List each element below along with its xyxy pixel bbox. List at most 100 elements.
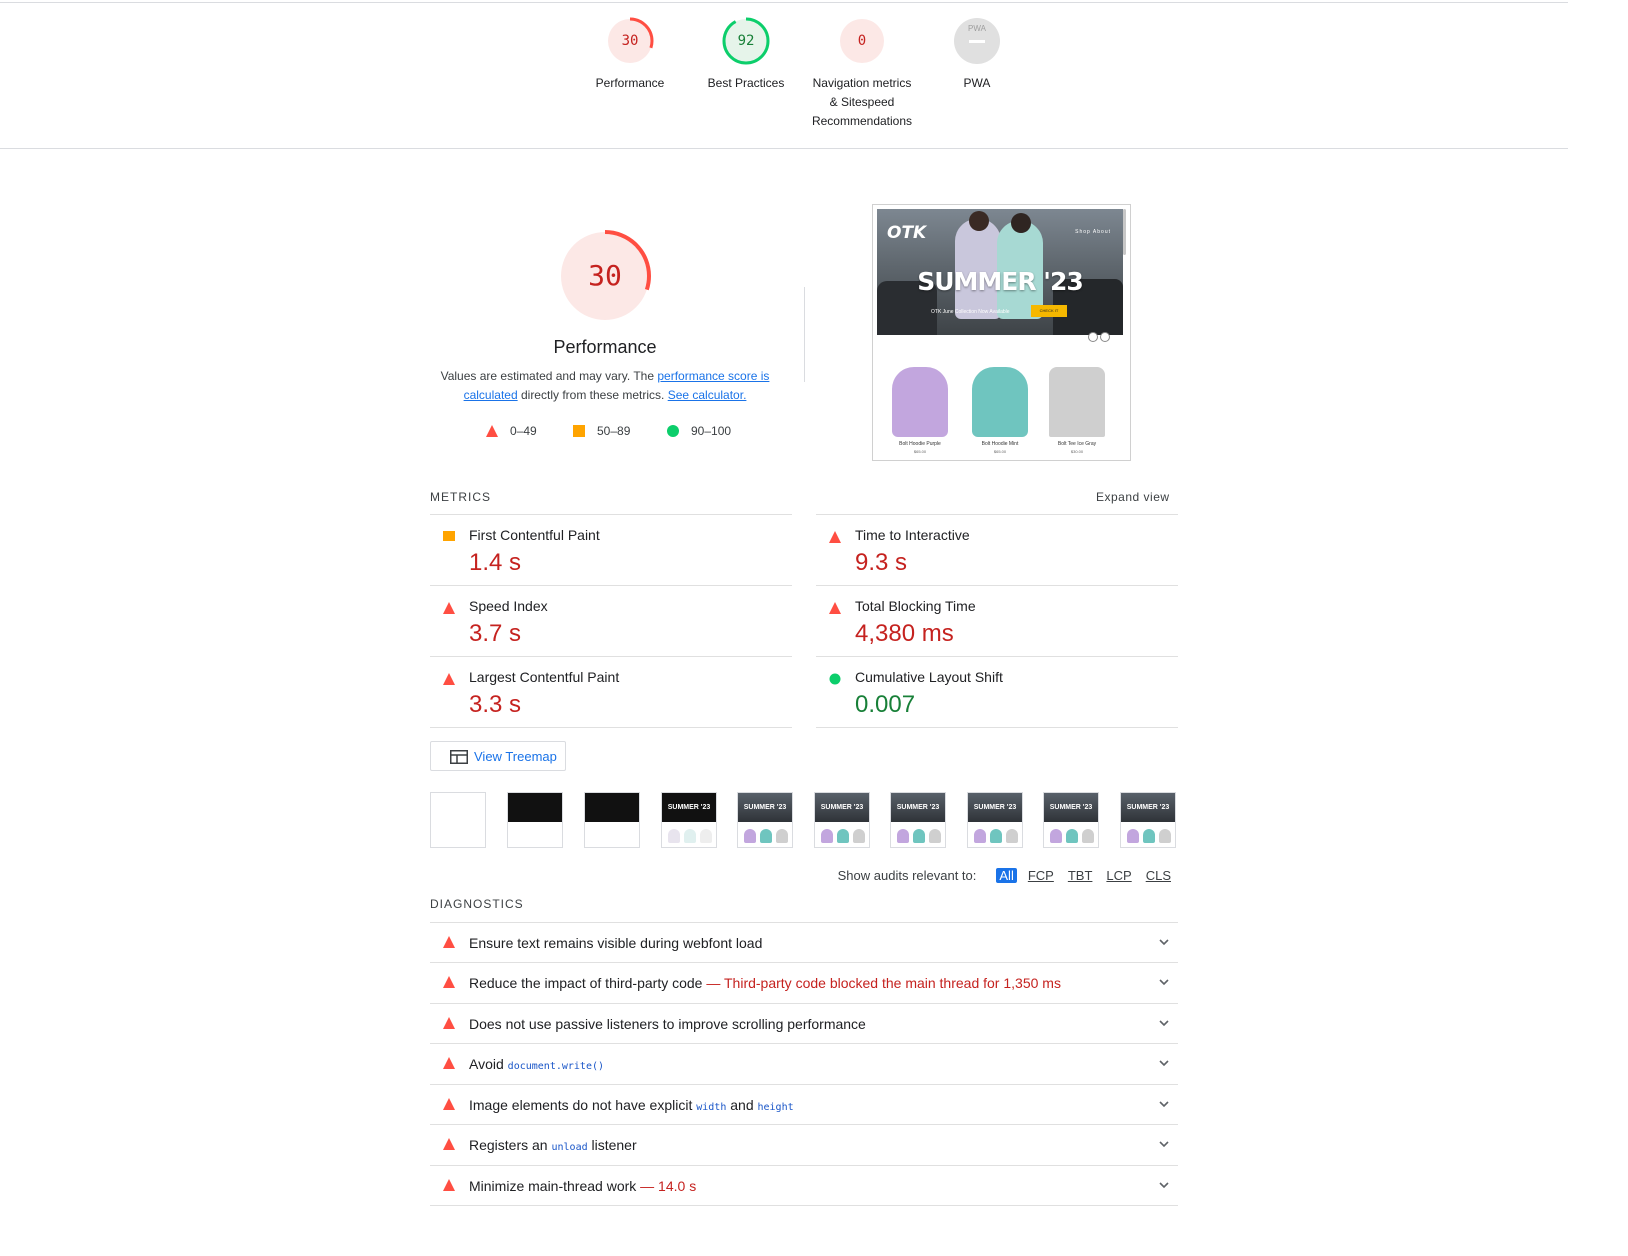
pwa-icon: PWA <box>953 17 1001 65</box>
dot <box>1088 332 1098 342</box>
filmstrip-frame: SUMMER '23 <box>967 792 1023 848</box>
audit-row[interactable]: Reduce the impact of third-party code — … <box>430 962 1178 1003</box>
chevron-down-icon[interactable] <box>1159 939 1169 946</box>
audit-row[interactable]: Ensure text remains visible during webfo… <box>430 922 1178 963</box>
audit-title: Minimize main-thread work — 14.0 s <box>469 1178 696 1194</box>
filter-chip-fcp[interactable]: FCP <box>1025 868 1057 883</box>
frame-product <box>1066 829 1078 843</box>
metric-fcp: First Contentful Paint 1.4 s <box>430 514 792 585</box>
audit-title: Registers an unload listener <box>469 1137 637 1153</box>
performance-gauge: 30 <box>558 229 654 325</box>
filter-chip-tbt[interactable]: TBT <box>1065 868 1096 883</box>
pwa-badge-text: PWA <box>968 24 986 33</box>
legend-fail: 0–49 <box>486 424 537 438</box>
frame-header <box>585 793 639 822</box>
audit-text: listener <box>587 1137 637 1153</box>
filmstrip-frame: SUMMER '23 <box>1120 792 1176 848</box>
metric-cls: Cumulative Layout Shift 0.007 <box>816 656 1178 727</box>
site-logo: OTK <box>887 223 927 243</box>
audit-text: and <box>726 1097 758 1113</box>
chevron-down-icon[interactable] <box>1159 1182 1169 1189</box>
gauge-score: 30 <box>621 33 639 49</box>
audit-row[interactable]: Avoid document.write() <box>430 1043 1178 1084</box>
chevron-down-icon[interactable] <box>1159 1141 1169 1148</box>
product-card: Bolt Tee Ice Gray $30.00 <box>1046 367 1108 454</box>
audit-row[interactable]: Registers an unload listener <box>430 1124 1178 1165</box>
person-head <box>969 211 989 231</box>
legend-pass: 90–100 <box>667 424 731 438</box>
gauge-pwa[interactable]: PWA PWA <box>907 17 1047 93</box>
legend-label: 0–49 <box>510 424 537 438</box>
frame-product <box>837 829 849 843</box>
view-treemap-label: View Treemap <box>474 749 557 764</box>
frame-header <box>508 793 562 822</box>
top-border <box>0 2 1568 3</box>
metric-name: Cumulative Layout Shift <box>855 669 1003 685</box>
frame-product <box>668 829 680 843</box>
audit-text: Avoid <box>469 1056 508 1072</box>
final-screenshot[interactable]: OTK Shop About SUMMER '23 OTK June Colle… <box>872 204 1131 461</box>
audit-title: Does not use passive listeners to improv… <box>469 1016 866 1032</box>
filter-chip-lcp[interactable]: LCP <box>1103 868 1134 883</box>
frame-title: SUMMER '23 <box>1126 804 1170 811</box>
metric-value: 0.007 <box>855 691 916 718</box>
metric-value: 3.3 s <box>469 691 522 718</box>
frame-title: SUMMER '23 <box>896 804 940 811</box>
filmstrip-frame: SUMMER '23 <box>737 792 793 848</box>
view-treemap-button[interactable]: View Treemap <box>430 741 566 771</box>
frame-product <box>776 829 788 843</box>
audit-display-value: — Third-party code blocked the main thre… <box>706 975 1061 991</box>
metrics-divider <box>816 727 1178 728</box>
audit-row[interactable]: Image elements do not have explicit widt… <box>430 1084 1178 1125</box>
chevron-down-icon[interactable] <box>1159 1020 1169 1027</box>
filter-chip-all[interactable]: All <box>996 868 1017 883</box>
desc-text: Values are estimated and may vary. The <box>440 369 658 383</box>
frame-product <box>974 829 986 843</box>
audit-title: Image elements do not have explicit widt… <box>469 1097 794 1113</box>
circle-icon <box>829 673 841 685</box>
frame-product <box>744 829 756 843</box>
legend-average: 50–89 <box>573 424 630 438</box>
frame-title: SUMMER '23 <box>973 804 1017 811</box>
audit-row[interactable]: Minimize main-thread work — 14.0 s <box>430 1165 1178 1206</box>
performance-score: 30 <box>588 259 622 292</box>
hoodie-image <box>972 367 1028 437</box>
filter-chip-cls[interactable]: CLS <box>1143 868 1174 883</box>
filmstrip-frame: SUMMER '23 <box>890 792 946 848</box>
frame-title: SUMMER '23 <box>743 804 787 811</box>
metric-value: 4,380 ms <box>855 620 954 647</box>
filter-label: Show audits relevant to: <box>837 868 977 883</box>
metric-value: 3.7 s <box>469 620 522 647</box>
gauge-ring: 30 <box>606 17 654 65</box>
audit-title: Ensure text remains visible during webfo… <box>469 935 762 951</box>
gauge-label: Navigation metrics & Sitespeed Recommend… <box>811 76 913 128</box>
audit-code: document.write() <box>507 1061 604 1072</box>
audit-display-value: — 14.0 s <box>640 1178 697 1194</box>
audit-text: Minimize main-thread work <box>469 1178 637 1194</box>
see-calculator-link[interactable]: See calculator. <box>668 388 747 402</box>
audit-row[interactable]: Does not use passive listeners to improv… <box>430 1003 1178 1044</box>
audit-code: height <box>757 1102 794 1113</box>
square-icon <box>443 531 455 541</box>
metric-tbt: Total Blocking Time 4,380 ms <box>816 585 1178 656</box>
audit-text: Does not use passive listeners to improv… <box>469 1016 866 1032</box>
chevron-down-icon[interactable] <box>1159 979 1169 986</box>
chevron-down-icon[interactable] <box>1159 1060 1169 1067</box>
metric-name: Speed Index <box>469 598 548 614</box>
audit-title: Avoid document.write() <box>469 1056 604 1072</box>
triangle-icon <box>443 602 455 614</box>
chevron-down-icon[interactable] <box>1159 1101 1169 1108</box>
gauge-ring: 92 <box>722 17 770 65</box>
expand-view-toggle[interactable]: Expand view <box>1096 490 1170 504</box>
treemap-icon <box>450 750 468 764</box>
frame-title: SUMMER '23 <box>667 804 711 811</box>
person-head <box>1011 213 1031 233</box>
triangle-icon <box>486 425 498 437</box>
audit-text: Image elements do not have explicit <box>469 1097 697 1113</box>
frame-product <box>1159 829 1171 843</box>
product-price: $30.00 <box>1070 449 1084 454</box>
diagnostics-heading: DIAGNOSTICS <box>430 897 524 911</box>
frame-product <box>1143 829 1155 843</box>
metric-value: 9.3 s <box>855 549 908 576</box>
frame-product <box>1006 829 1018 843</box>
